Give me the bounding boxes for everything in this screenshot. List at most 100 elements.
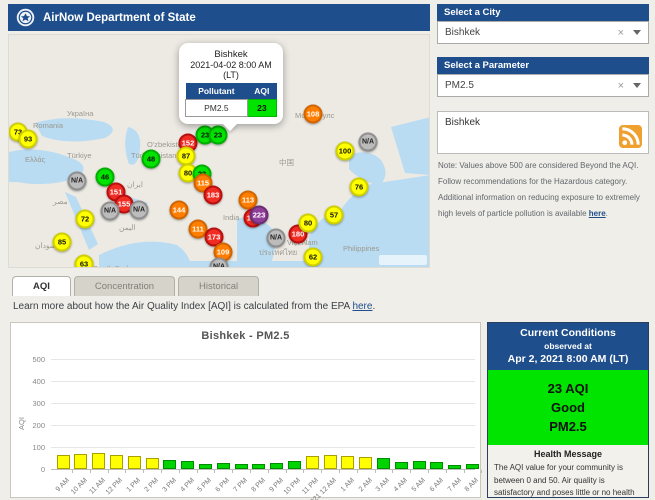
cc-pollutant: PM2.5: [549, 419, 587, 434]
chevron-down-icon[interactable]: [633, 83, 641, 88]
aqi-marker[interactable]: 23: [208, 125, 228, 145]
chart-x-label: 9 AM: [54, 477, 71, 494]
aqi-marker[interactable]: 223: [249, 205, 269, 225]
chart-x-label: 8 PM: [250, 477, 267, 494]
cc-aqi-block: 23 AQI Good PM2.5: [488, 370, 648, 445]
aqi-marker[interactable]: 85: [52, 232, 72, 252]
popup-aqi-value: 23: [246, 99, 278, 117]
view-tabs: AQI Concentration Historical: [12, 276, 260, 296]
chart-bar: [181, 461, 195, 469]
chart-x-tick: [214, 470, 216, 473]
city-select[interactable]: Bishkek ×: [437, 21, 649, 44]
chart-x-label: 12 PM: [105, 477, 125, 497]
chevron-down-icon[interactable]: [633, 30, 641, 35]
select-parameter-header: Select a Parameter: [437, 57, 649, 74]
chart-x-label: 10 AM: [69, 477, 89, 496]
map-attribution: [379, 255, 427, 265]
aqi-marker[interactable]: 57: [324, 205, 344, 225]
aqi-marker[interactable]: 72: [75, 209, 95, 229]
chart-bar: [341, 455, 355, 469]
aqi-chart-panel: Bishkek - PM2.5 AQI 0 100 200 300 400 500 9 A…: [10, 322, 483, 500]
chart-bar: [145, 457, 159, 469]
tab-historical[interactable]: Historical: [178, 276, 260, 296]
chart-x-tick: [107, 470, 109, 473]
cc-health-message: Health Message The AQI value for your co…: [488, 445, 648, 500]
map-country-label: India: [223, 213, 240, 222]
app-header: AirNow Department of State: [8, 4, 430, 31]
rss-feed-icon[interactable]: [619, 125, 642, 148]
chart-x-tick: [285, 470, 287, 473]
aqi-marker[interactable]: N/A: [266, 228, 286, 248]
chart-bar: [376, 458, 390, 469]
popup-table: Pollutant AQI PM2.5 23: [185, 83, 278, 117]
chart-bar: [412, 460, 426, 469]
learn-more-link[interactable]: here: [352, 301, 372, 312]
chart-x-label: 6 AM: [428, 477, 445, 494]
aqi-marker[interactable]: 76: [349, 177, 369, 197]
clear-city-icon[interactable]: ×: [618, 27, 624, 39]
chart-x-label: 2 PM: [143, 477, 160, 494]
chart-x-tick: [160, 470, 162, 473]
chart-bar: [198, 463, 212, 469]
chart-x-label: 5 AM: [410, 477, 427, 494]
tab-aqi[interactable]: AQI: [12, 276, 71, 296]
popup-timezone: (LT): [223, 70, 239, 80]
note-period: .: [605, 209, 608, 218]
aqi-marker[interactable]: 62: [303, 247, 323, 267]
map-country-label: Philippines: [343, 244, 380, 253]
chart-x-tick: [338, 470, 340, 473]
map-country-label: اليمن: [119, 223, 136, 232]
aqi-note: Note: Values above 500 are considered Be…: [438, 158, 650, 222]
map-country-label: Україна: [67, 109, 94, 118]
chart-gridline: [51, 469, 475, 470]
aqi-marker[interactable]: N/A: [100, 201, 120, 221]
chart-x-tick: [89, 470, 91, 473]
aqi-marker[interactable]: 63: [74, 254, 94, 267]
chart-bar: [359, 456, 373, 469]
parameter-select-value: PM2.5: [445, 80, 474, 91]
chart-x-label: 2 AM: [357, 477, 374, 494]
chart-bar: [92, 452, 106, 469]
chart-gridline: [51, 359, 475, 360]
aqi-map[interactable]: УкраїнаRomaniaTürkiyeΕλλάςO'zbekistonTür…: [8, 34, 430, 268]
aqi-marker[interactable]: N/A: [67, 171, 87, 191]
chart-x-label: 1 AM: [339, 477, 356, 494]
current-conditions-panel: Current Conditions observed at Apr 2, 20…: [487, 322, 649, 498]
chart-x-label: 7 AM: [446, 477, 463, 494]
chart-x-tick: [356, 470, 358, 473]
map-country-label: Ελλάς: [25, 155, 46, 164]
chart-x-label: 3 PM: [161, 477, 178, 494]
chart-x-label: 4 AM: [392, 477, 410, 494]
chart-bar: [216, 462, 230, 469]
aqi-marker[interactable]: 183: [203, 185, 223, 205]
chart-bar: [270, 463, 284, 469]
clear-parameter-icon[interactable]: ×: [618, 80, 624, 92]
aqi-marker[interactable]: 108: [303, 104, 323, 124]
aqi-marker[interactable]: N/A: [358, 132, 378, 152]
chart-bar: [465, 463, 479, 469]
chart-y-tick: 400: [32, 377, 45, 386]
aqi-marker[interactable]: 93: [18, 129, 38, 149]
cc-health-title: Health Message: [533, 449, 603, 459]
map-country-label: ประเทศไทย: [259, 248, 298, 257]
map-country-label: Romania: [33, 121, 64, 130]
popup-city: Bishkek: [214, 49, 248, 60]
tab-concentration[interactable]: Concentration: [73, 276, 176, 296]
aqi-marker[interactable]: N/A: [129, 200, 149, 220]
chart-x-tick: [143, 470, 145, 473]
map-country-label: ايران: [127, 180, 143, 189]
city-select-value: Bishkek: [445, 27, 481, 38]
note-link[interactable]: here: [589, 209, 606, 218]
parameter-select[interactable]: PM2.5 ×: [437, 74, 649, 97]
chart-y-tick: 100: [32, 443, 45, 452]
aqi-marker[interactable]: 80: [298, 213, 318, 233]
chart-bar: [323, 454, 337, 469]
chart-bar: [430, 462, 444, 469]
chart-gridline: [51, 447, 475, 448]
chart-bar: [127, 455, 141, 469]
aqi-marker[interactable]: 100: [335, 141, 355, 161]
chart-x-label: 3 AM: [375, 477, 392, 494]
aqi-marker[interactable]: 144: [169, 200, 189, 220]
chart-bar: [109, 454, 123, 469]
aqi-marker[interactable]: 48: [141, 149, 161, 169]
